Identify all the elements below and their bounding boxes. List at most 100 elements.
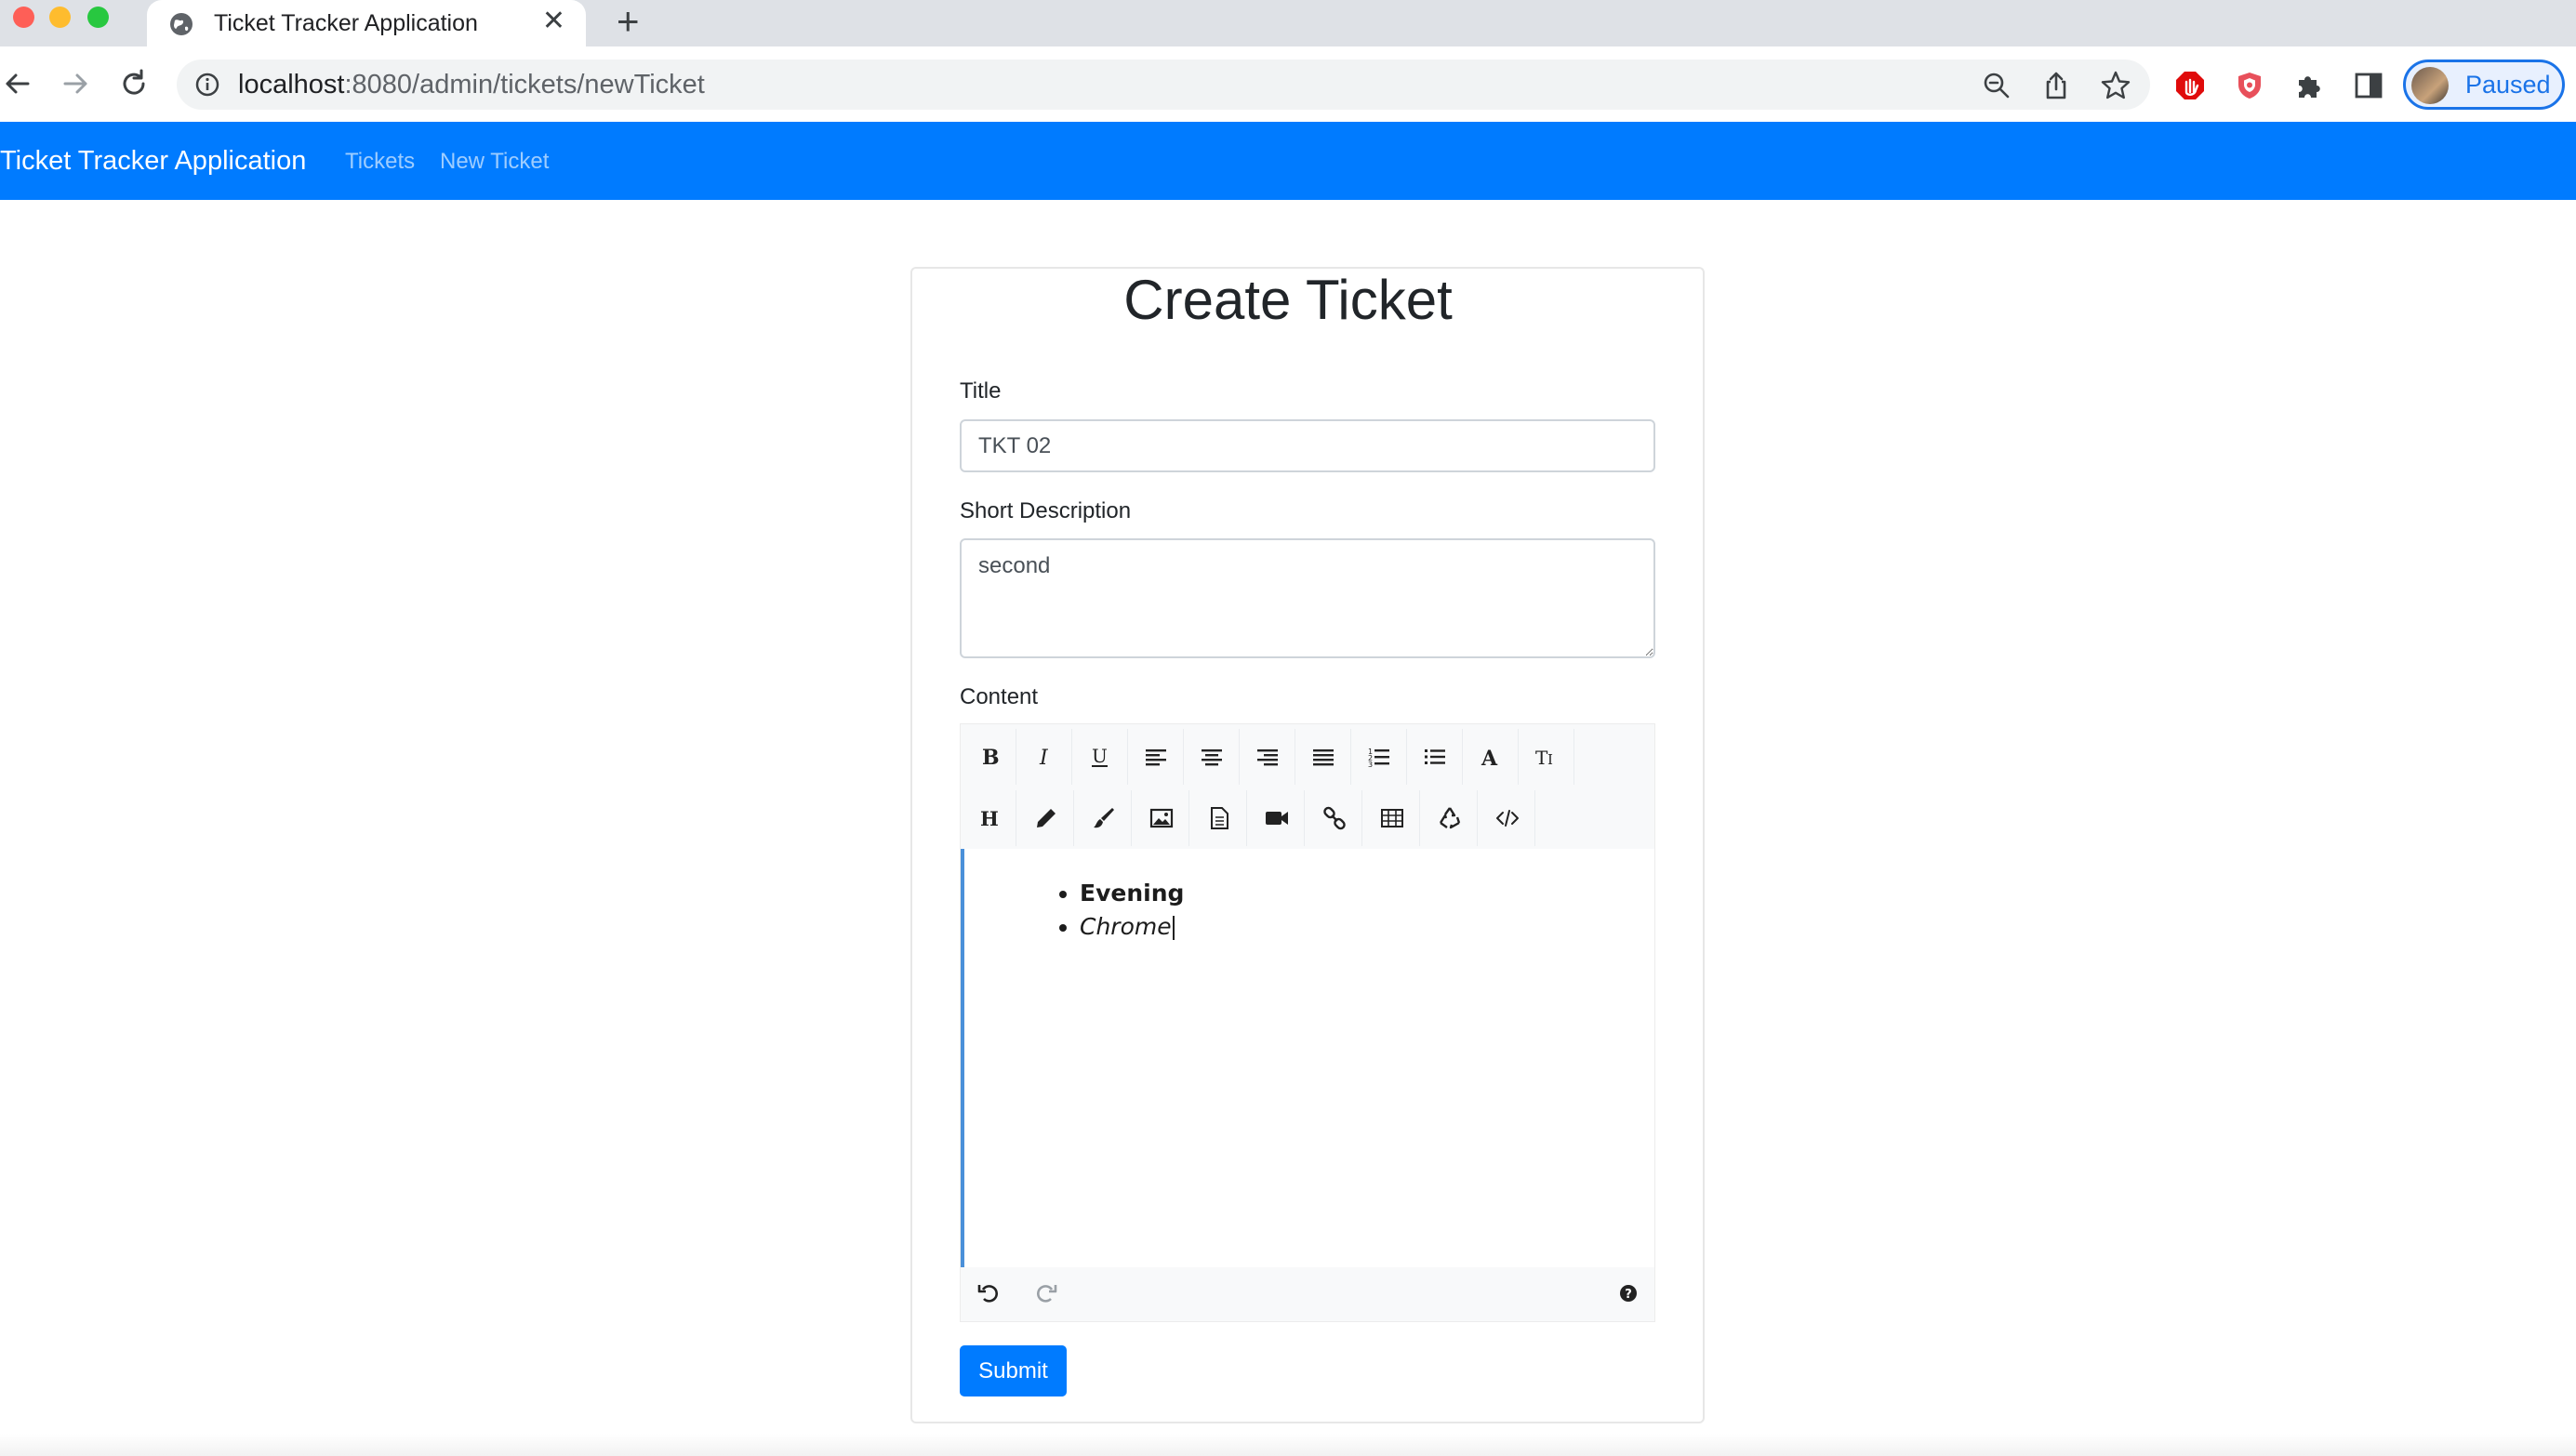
forward-icon[interactable]: [56, 65, 93, 102]
page-bottom-edge: [0, 1434, 2576, 1456]
align-right-button[interactable]: [1240, 729, 1295, 785]
italic-icon: I: [1039, 747, 1049, 770]
ordered-list-icon: 123: [1368, 748, 1389, 769]
text-size-icon: TI: [1535, 747, 1553, 769]
share-icon[interactable]: [2040, 70, 2072, 101]
tab-title: Ticket Tracker Application: [214, 10, 478, 36]
avatar: [2411, 67, 2449, 104]
recycle-button[interactable]: [1422, 790, 1478, 846]
file-icon: [1210, 807, 1228, 829]
undo-icon[interactable]: [976, 1280, 1002, 1306]
italic-button[interactable]: I: [1016, 729, 1072, 785]
pencil-button[interactable]: [1018, 790, 1074, 846]
editor-toolbar: B I U 123 A TI H: [961, 724, 1654, 849]
list-item: Evening: [1080, 877, 1184, 910]
svg-text:I: I: [1039, 747, 1049, 770]
content-list: Evening Chrome: [1059, 877, 1184, 944]
align-justify-icon: [1312, 749, 1334, 766]
image-icon: [1149, 808, 1173, 828]
browser-toolbar: localhost:8080/admin/tickets/newTicket P…: [0, 46, 2576, 122]
svg-text:B: B: [982, 746, 1000, 770]
link-button[interactable]: [1307, 790, 1362, 846]
adblock-extension-icon[interactable]: [2174, 70, 2206, 101]
help-icon[interactable]: ?: [1615, 1280, 1641, 1306]
font-color-icon: A: [1481, 747, 1498, 770]
table-button[interactable]: [1364, 790, 1420, 846]
extensions-puzzle-icon[interactable]: [2293, 70, 2325, 101]
info-icon[interactable]: [193, 71, 221, 99]
nav-link-tickets[interactable]: Tickets: [345, 149, 415, 175]
text-size-button[interactable]: TI: [1519, 729, 1574, 785]
unordered-list-button[interactable]: [1407, 729, 1463, 785]
bold-button[interactable]: B: [961, 729, 1016, 785]
table-icon: [1380, 809, 1403, 827]
bookmark-star-icon[interactable]: [2100, 70, 2131, 101]
url-path: :8080/admin/tickets/newTicket: [344, 70, 705, 99]
side-panel-icon[interactable]: [2353, 70, 2384, 101]
reload-icon[interactable]: [115, 65, 153, 102]
zoom-out-icon[interactable]: [1981, 70, 2012, 101]
brush-button[interactable]: [1076, 790, 1132, 846]
list-item: Chrome: [1080, 910, 1184, 944]
underline-icon: U: [1091, 745, 1108, 767]
url-text: localhost:8080/admin/tickets/newTicket: [238, 70, 705, 100]
file-button[interactable]: [1191, 790, 1247, 846]
title-input[interactable]: [960, 419, 1655, 472]
image-button[interactable]: [1134, 790, 1189, 846]
tab-close-icon[interactable]: ✕: [542, 7, 565, 35]
tab-strip: Ticket Tracker Application ✕ +: [0, 0, 2576, 46]
short-description-textarea[interactable]: second: [960, 538, 1655, 658]
editor-footer: ?: [961, 1267, 1654, 1321]
window-minimize-button[interactable]: [49, 7, 71, 28]
code-view-icon: [1495, 810, 1519, 827]
content-label: Content: [960, 684, 1039, 709]
align-left-icon: [1145, 749, 1166, 766]
align-center-button[interactable]: [1184, 729, 1240, 785]
underline-button[interactable]: U: [1072, 729, 1128, 785]
new-tab-button[interactable]: +: [617, 2, 640, 41]
browser-chrome: Ticket Tracker Application ✕ + localhost…: [0, 0, 2576, 122]
list-item-text: Chrome: [1080, 913, 1172, 940]
heading-icon: H: [980, 807, 999, 830]
app-navbar: Ticket Tracker Application Tickets New T…: [0, 122, 2576, 200]
url-host: localhost: [238, 70, 345, 99]
svg-text:H: H: [980, 807, 999, 830]
align-right-icon: [1256, 749, 1278, 766]
pencil-icon: [1036, 809, 1056, 827]
window-maximize-button[interactable]: [87, 7, 109, 28]
redo-icon[interactable]: [1033, 1280, 1059, 1306]
video-button[interactable]: [1249, 790, 1305, 846]
svg-text:U: U: [1092, 745, 1108, 767]
globe-icon: [170, 13, 193, 35]
back-icon[interactable]: [0, 65, 37, 102]
svg-text:T: T: [1535, 747, 1548, 769]
rich-text-editor: B I U 123 A TI H • Evening • Chrome ?: [960, 723, 1655, 1322]
svg-text:?: ?: [1625, 1288, 1632, 1302]
link-icon: [1322, 806, 1346, 830]
title-label: Title: [960, 378, 1002, 404]
text-caret: [1172, 916, 1175, 940]
recycle-icon: [1439, 807, 1460, 829]
heading-button[interactable]: H: [961, 790, 1016, 846]
svg-text:3: 3: [1368, 761, 1373, 769]
align-left-button[interactable]: [1128, 729, 1184, 785]
browser-tab[interactable]: Ticket Tracker Application ✕: [147, 0, 586, 46]
editor-content-area[interactable]: Evening Chrome: [961, 849, 1654, 1267]
align-justify-button[interactable]: [1295, 729, 1351, 785]
profile-button[interactable]: Paused: [2403, 60, 2565, 110]
shield-extension-icon[interactable]: [2234, 70, 2265, 101]
video-icon: [1265, 812, 1288, 825]
submit-button[interactable]: Submit: [960, 1345, 1067, 1396]
window-close-button[interactable]: [13, 7, 34, 28]
navbar-brand[interactable]: Ticket Tracker Application: [0, 146, 306, 177]
code-view-button[interactable]: [1480, 790, 1535, 846]
bold-icon: B: [982, 746, 1000, 770]
nav-link-new-ticket[interactable]: New Ticket: [440, 149, 549, 175]
svg-text:A: A: [1481, 747, 1498, 770]
ordered-list-button[interactable]: 123: [1351, 729, 1407, 785]
address-bar[interactable]: localhost:8080/admin/tickets/newTicket: [177, 60, 2150, 110]
align-center-icon: [1201, 749, 1222, 766]
profile-status: Paused: [2465, 71, 2551, 99]
font-color-button[interactable]: A: [1463, 729, 1519, 785]
page-title: Create Ticket: [1123, 269, 1453, 331]
